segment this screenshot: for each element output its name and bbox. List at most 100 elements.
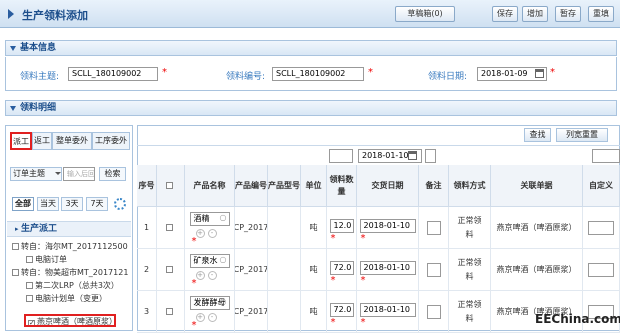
calendar-icon[interactable]: [408, 151, 417, 160]
search-icon[interactable]: ○: [220, 213, 227, 222]
row-number: 2: [143, 265, 150, 274]
tab-dispatch[interactable]: 派工: [10, 132, 32, 150]
select-all-checkbox[interactable]: [166, 182, 173, 189]
basic-info-header[interactable]: 基本信息: [5, 40, 617, 56]
table-cell: [419, 291, 449, 333]
table-cell: CP_2017: [235, 207, 268, 249]
collapse-icon: [10, 106, 16, 111]
range-all[interactable]: 全部: [12, 197, 34, 211]
subject-label: 领料主题:: [20, 72, 60, 82]
add-icon[interactable]: +: [195, 228, 205, 238]
code-input[interactable]: SCLL_180109002: [272, 67, 364, 81]
remove-icon[interactable]: -: [207, 270, 217, 280]
divider: [137, 145, 620, 146]
required-mark: *: [368, 67, 373, 78]
note-input[interactable]: [426, 262, 441, 277]
note-input[interactable]: [426, 220, 441, 235]
qty-input[interactable]: 72.0: [329, 260, 354, 275]
table-cell: 吨: [301, 249, 327, 291]
qty-input[interactable]: 12.0: [329, 218, 354, 233]
custom-input[interactable]: [588, 262, 614, 277]
search-button[interactable]: 检索: [99, 167, 126, 181]
add-icon[interactable]: +: [195, 270, 205, 280]
add-button[interactable]: 增加: [522, 6, 548, 22]
col-header-ref: 关联单据: [491, 165, 583, 207]
checkbox[interactable]: [12, 243, 19, 250]
table-cell: 12.0 *: [327, 207, 357, 249]
calendar-icon[interactable]: [535, 69, 544, 78]
code-label: 领料编号:: [226, 72, 266, 82]
table-cell: [583, 207, 620, 249]
checkbox-checked[interactable]: ✓: [28, 320, 35, 325]
delivery-date-input[interactable]: 2018-01-10: [359, 218, 416, 233]
table-cell: [583, 249, 620, 291]
range-3days[interactable]: 3天: [61, 197, 83, 211]
custom-filter[interactable]: [592, 149, 620, 163]
tab-rework[interactable]: 返工: [32, 132, 52, 150]
tree-item[interactable]: 第二次LRP（总共3次）: [26, 280, 132, 292]
required-mark: *: [330, 316, 336, 328]
row-number: 1: [143, 223, 150, 232]
reset-columns-button[interactable]: 列宽重置: [556, 128, 608, 142]
note-input[interactable]: [426, 304, 441, 319]
title-arrow-icon: [8, 9, 14, 19]
gear-icon[interactable]: [114, 198, 126, 210]
checkbox[interactable]: [26, 282, 33, 289]
table-cell: 2018-01-10 *: [357, 249, 419, 291]
subject-input[interactable]: SCLL_180109002: [68, 67, 158, 81]
tree-item[interactable]: 电脑计划单（变更）: [26, 293, 132, 305]
range-7days[interactable]: 7天: [86, 197, 108, 211]
unit: 吨: [309, 223, 318, 232]
tab-process-outsource[interactable]: 工序委外: [92, 132, 130, 150]
add-icon[interactable]: +: [195, 312, 205, 322]
row-checkbox[interactable]: [166, 266, 173, 273]
search-icon[interactable]: ○: [220, 255, 227, 264]
qty-input[interactable]: 72.0: [329, 302, 354, 317]
remove-icon[interactable]: -: [207, 312, 217, 322]
tree-item[interactable]: 电脑订单: [26, 254, 132, 266]
search-icon[interactable]: ○: [220, 297, 227, 306]
checkbox[interactable]: [12, 269, 19, 276]
basic-info-label: 基本信息: [20, 43, 57, 53]
detail-header[interactable]: 领料明细: [5, 100, 617, 116]
product-code: CP_2017: [235, 223, 268, 232]
row-checkbox[interactable]: [166, 224, 173, 231]
stash-button[interactable]: 暂存: [555, 6, 581, 22]
checkbox[interactable]: [26, 295, 33, 302]
note-filter[interactable]: [425, 149, 436, 163]
col-header-custom: 自定义: [583, 165, 620, 207]
delivery-date-input[interactable]: 2018-01-10: [359, 302, 416, 317]
table-cell: 2018-01-10 *: [357, 291, 419, 333]
find-button[interactable]: 查找: [524, 128, 551, 142]
row-number: 3: [143, 307, 150, 316]
checkbox[interactable]: [26, 256, 33, 263]
filter-input[interactable]: 输入后回: [63, 167, 95, 181]
chevron-down-icon: [55, 172, 61, 175]
required-mark: *: [330, 274, 336, 286]
table-cell: [419, 207, 449, 249]
drafts-button[interactable]: 草稿箱(0): [395, 6, 455, 22]
table-cell: [268, 249, 301, 291]
remove-icon[interactable]: -: [207, 228, 217, 238]
date-label: 领料日期:: [428, 72, 468, 82]
table-cell: 燕京啤酒（啤酒原浆）: [491, 207, 583, 249]
save-button[interactable]: 保存: [492, 6, 518, 22]
tree-item-selected[interactable]: ✓ 燕京啤酒（啤酒原浆）: [24, 314, 116, 327]
required-mark: *: [191, 235, 197, 247]
qty-filter[interactable]: [329, 149, 353, 163]
delivery-date-input[interactable]: 2018-01-10: [359, 260, 416, 275]
custom-input[interactable]: [588, 220, 614, 235]
table-cell: CP_2017: [235, 249, 268, 291]
reset-button[interactable]: 重填: [588, 6, 614, 22]
related-doc: 燕京啤酒（啤酒原浆）: [496, 265, 577, 274]
range-today[interactable]: 当天: [37, 197, 59, 211]
tree-item[interactable]: 转自：物美超市MT_2017121: [12, 267, 132, 279]
row-checkbox[interactable]: [166, 308, 173, 315]
tree-item[interactable]: 转自：海尔MT_2017112500: [12, 241, 132, 253]
table-cell: 燕京啤酒（啤酒原浆）: [491, 249, 583, 291]
pick-method: 正常领料: [457, 257, 482, 281]
collapse-icon: [10, 46, 16, 51]
tab-order-outsource[interactable]: 整单委外: [52, 132, 92, 150]
table-cell: 吨: [301, 207, 327, 249]
group-title[interactable]: ▸ 生产派工: [7, 221, 131, 237]
